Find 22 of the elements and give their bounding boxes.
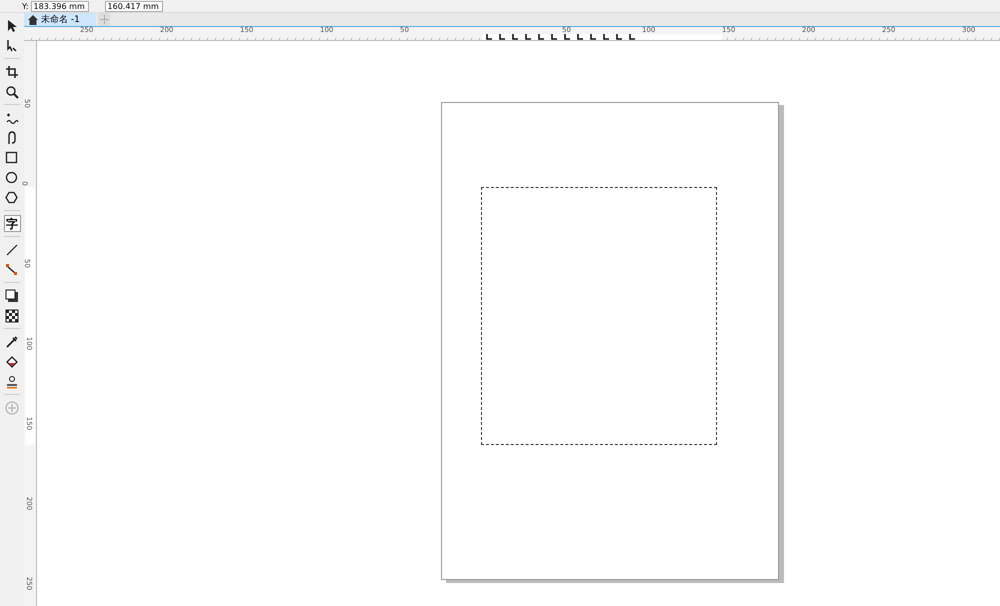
size-field[interactable]: 183.396 mm xyxy=(30,0,89,12)
tab-stop-icon xyxy=(603,34,609,40)
tab-stop-icon xyxy=(486,34,492,40)
tab-stop-icon xyxy=(564,34,570,40)
tab-stop-icon xyxy=(551,34,557,40)
transparency-tool-icon[interactable] xyxy=(4,307,20,324)
tab-stop-icon xyxy=(629,34,635,40)
tab-stop-icon xyxy=(525,34,531,40)
tab-stop-icon xyxy=(590,34,596,40)
tab-stop-icon xyxy=(577,34,583,40)
size-field[interactable]: 160.417 mm xyxy=(104,0,163,12)
tab-stop-icon xyxy=(538,34,544,40)
document-tab[interactable]: 未命名 -1 xyxy=(24,13,96,26)
polygon-tool-icon[interactable] xyxy=(4,189,20,206)
shadow-tool-icon[interactable] xyxy=(4,287,20,304)
tab-stop-icon xyxy=(499,34,505,40)
tab-stop-icon xyxy=(512,34,518,40)
home-icon xyxy=(28,14,38,24)
field-label: Y: xyxy=(22,0,29,12)
crop-tool-icon[interactable] xyxy=(4,63,20,80)
tab-stop-icon xyxy=(616,34,622,40)
text-tool[interactable]: 字 xyxy=(4,215,20,232)
